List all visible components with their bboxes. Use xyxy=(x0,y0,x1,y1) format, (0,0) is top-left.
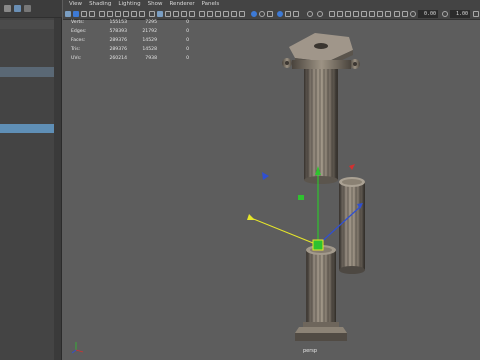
outliner-row-selected[interactable] xyxy=(0,67,55,77)
filter-icon[interactable] xyxy=(24,5,31,12)
outliner-toolbar xyxy=(0,0,62,18)
viewport-panel[interactable]: View Shading Lighting Show Renderer Pane… xyxy=(63,0,480,360)
hud-row-uvs: UVs: 260214 7938 0 xyxy=(71,56,191,65)
outliner-scrollbar[interactable] xyxy=(54,18,61,360)
hud-value: 578393 xyxy=(109,29,127,34)
hud-row-faces: Faces: 289376 14529 0 xyxy=(71,38,191,47)
hud-value: 155153 xyxy=(109,20,127,25)
hud-value: 0 xyxy=(186,38,189,43)
hud-label: Verts: xyxy=(71,20,85,25)
hud-value: 7295 xyxy=(145,20,157,25)
outliner-panel xyxy=(0,0,62,360)
hud-value: 289376 xyxy=(109,38,127,43)
select-icon[interactable] xyxy=(14,5,21,12)
hud-row-tris: Tris: 289376 14528 0 xyxy=(71,47,191,56)
outliner-row-highlighted[interactable] xyxy=(0,124,55,133)
view-axis-indicator xyxy=(71,342,84,354)
hud-label: Tris: xyxy=(71,47,81,52)
hud-value: 14528 xyxy=(142,47,157,52)
hud-value: 21792 xyxy=(142,29,157,34)
hud-label: UVs: xyxy=(71,56,82,61)
hud-value: 0 xyxy=(186,56,189,61)
hud-row-edges: Edges: 578393 21792 0 xyxy=(71,29,191,38)
tall-column[interactable] xyxy=(282,33,360,184)
hud-value: 0 xyxy=(186,20,189,25)
hud-value: 260214 xyxy=(109,56,127,61)
camera-name-label: persp xyxy=(303,348,318,354)
hud-value: 0 xyxy=(186,29,189,34)
hud-label: Faces: xyxy=(71,38,86,43)
outliner-row[interactable] xyxy=(0,20,55,29)
broken-column[interactable] xyxy=(339,177,365,274)
menu-icon[interactable] xyxy=(4,5,11,12)
hud-label: Edges: xyxy=(71,29,87,34)
polycount-hud: Verts: 155153 7295 0 Edges: 578393 21792… xyxy=(71,20,191,65)
hud-value: 14529 xyxy=(142,38,157,43)
hud-row-verts: Verts: 155153 7295 0 xyxy=(71,20,191,29)
hud-value: 289376 xyxy=(109,47,127,52)
hud-value: 0 xyxy=(186,47,189,52)
hud-value: 7938 xyxy=(145,56,157,61)
